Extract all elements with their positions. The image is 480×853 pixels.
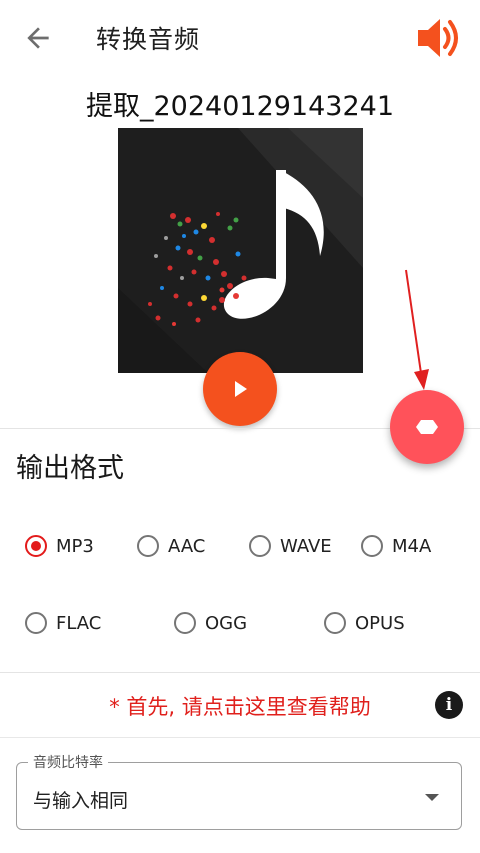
annotation-arrow [405, 269, 429, 390]
radio-label: OPUS [355, 612, 405, 634]
divider [0, 737, 480, 738]
radio-unselected-icon [174, 612, 196, 634]
back-arrow-icon[interactable] [22, 22, 54, 54]
radio-aac[interactable]: AAC [137, 535, 205, 557]
help-link[interactable]: * 首先, 请点击这里查看帮助 [0, 691, 480, 721]
radio-unselected-icon [324, 612, 346, 634]
stop-button[interactable] [390, 390, 464, 464]
radio-unselected-icon [25, 612, 47, 634]
radio-opus[interactable]: OPUS [324, 612, 405, 634]
radio-ogg[interactable]: OGG [174, 612, 247, 634]
radio-label: FLAC [56, 612, 102, 634]
volume-up-icon[interactable] [414, 15, 464, 61]
info-icon[interactable]: i [435, 691, 463, 719]
radio-mp3[interactable]: MP3 [25, 535, 94, 557]
play-icon [235, 381, 247, 397]
play-button[interactable] [203, 352, 277, 426]
album-art [118, 128, 363, 373]
radio-label: M4A [392, 535, 432, 557]
bitrate-label: 音频比特率 [28, 752, 108, 772]
output-format-heading: 输出格式 [16, 453, 124, 484]
page-title: 转换音频 [96, 25, 201, 54]
radio-flac[interactable]: FLAC [25, 612, 101, 634]
radio-label: AAC [168, 535, 206, 557]
radio-m4a[interactable]: M4A [361, 535, 431, 557]
radio-wave[interactable]: WAVE [249, 535, 332, 557]
radio-selected-icon [25, 535, 47, 557]
radio-unselected-icon [361, 535, 383, 557]
chevron-down-icon[interactable] [425, 794, 439, 801]
radio-unselected-icon [249, 535, 271, 557]
divider [0, 672, 480, 673]
radio-unselected-icon [137, 535, 159, 557]
hexagon-icon [416, 420, 438, 434]
radio-label: MP3 [56, 535, 94, 557]
bitrate-value: 与输入相同 [33, 790, 129, 812]
radio-label: WAVE [280, 535, 332, 557]
radio-label: OGG [205, 612, 248, 634]
file-name: 提取_20240129143241 [86, 91, 394, 122]
